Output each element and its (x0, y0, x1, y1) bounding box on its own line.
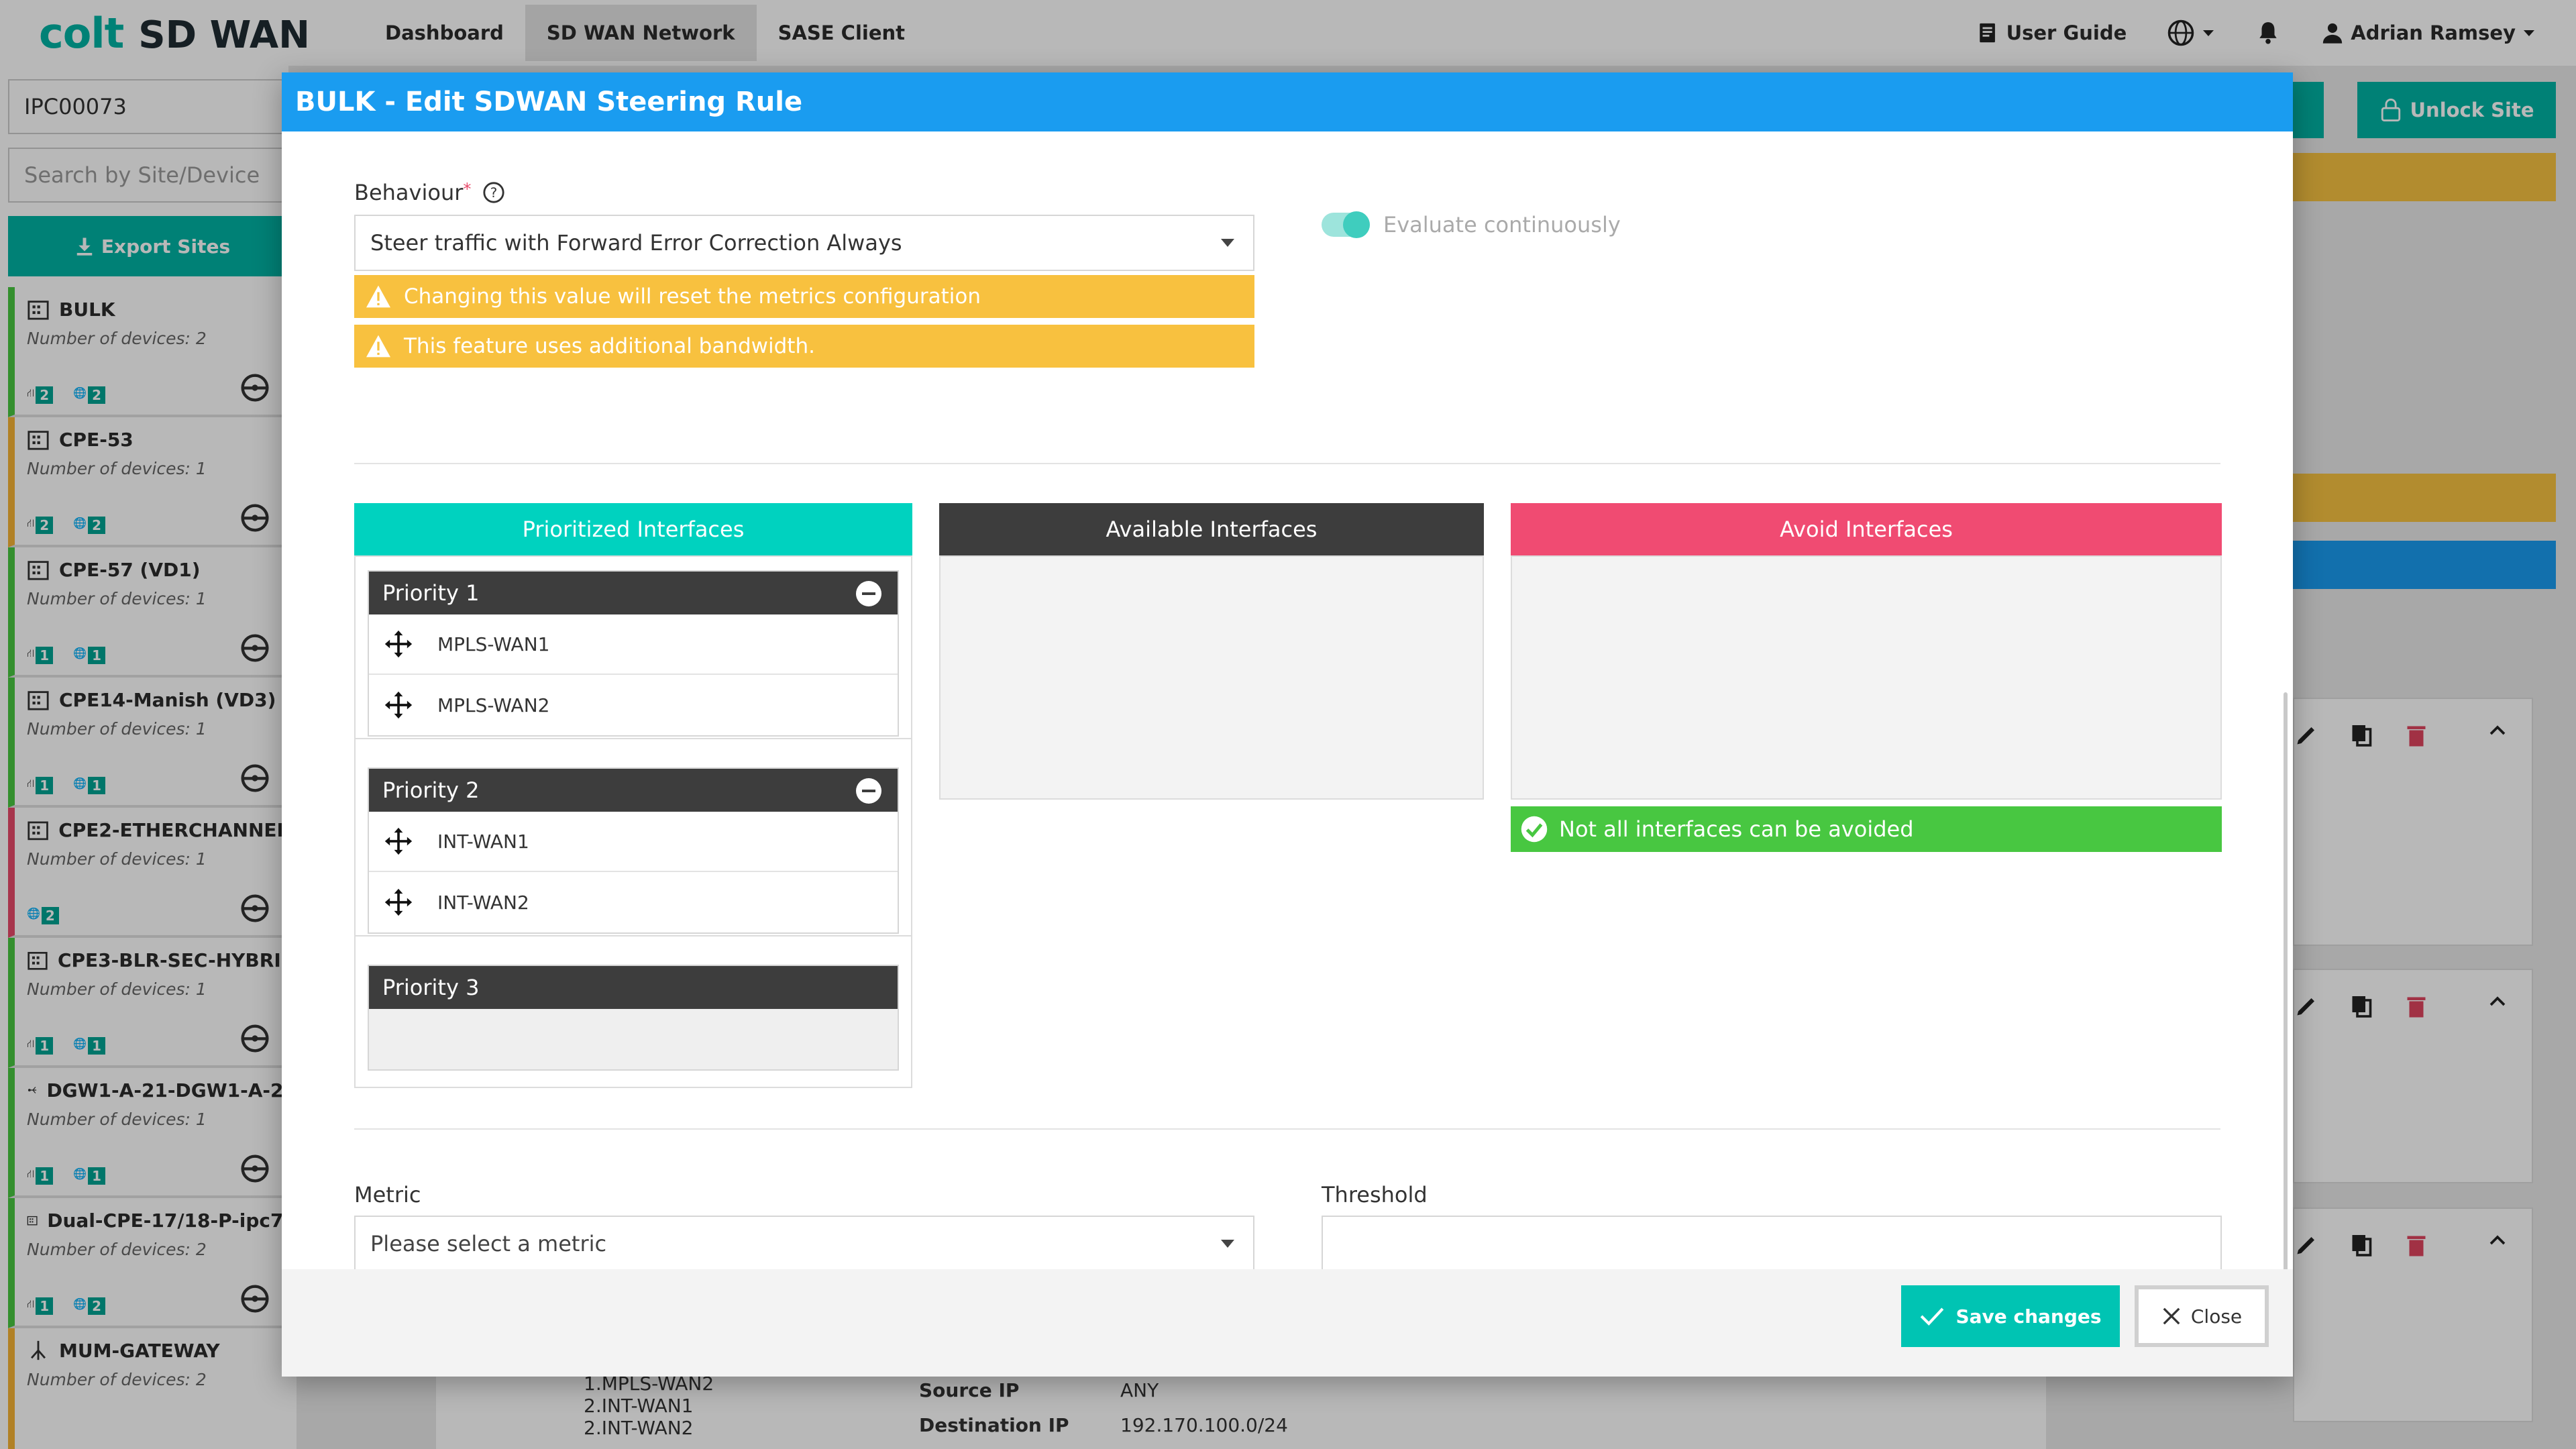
check-icon (1921, 1307, 1944, 1326)
available-interfaces-header: Available Interfaces (939, 503, 1484, 555)
avoid-ok-text: Not all interfaces can be avoided (1559, 816, 1914, 842)
modal-body: Behaviour* ? Steer traffic with Forward … (282, 131, 2293, 1336)
threshold-label: Threshold (1322, 1182, 1428, 1208)
behaviour-value: Steer traffic with Forward Error Correct… (370, 230, 902, 256)
svg-text:?: ? (490, 185, 497, 201)
priority-header: Priority 3 (369, 966, 898, 1009)
section-divider (354, 463, 2220, 464)
behaviour-label-text: Behaviour (354, 180, 464, 205)
priority-separator (356, 935, 911, 936)
toggle-knob (1343, 211, 1370, 238)
metrics-reset-warning: Changing this value will reset the metri… (354, 275, 1254, 318)
edit-steering-rule-modal: BULK - Edit SDWAN Steering Rule Behaviou… (282, 72, 2293, 1377)
priority-label: Priority 3 (382, 975, 480, 1000)
help-icon[interactable]: ? (482, 181, 505, 204)
toggle-switch[interactable] (1322, 211, 1370, 238)
interface-item[interactable]: INT-WAN2 (369, 872, 898, 932)
close-label: Close (2190, 1305, 2243, 1328)
threshold-input[interactable] (1322, 1216, 2222, 1272)
prioritized-interfaces-list: Priority 1 MPLS-WAN1 MPLS-WAN2 Priority … (354, 555, 912, 1088)
remove-priority-icon[interactable] (856, 581, 881, 606)
bandwidth-warning: This feature uses additional bandwidth. (354, 325, 1254, 368)
avoid-interfaces-list[interactable] (1511, 555, 2222, 800)
warning-icon (366, 285, 390, 308)
behaviour-label: Behaviour* ? (354, 180, 505, 205)
interface-name: MPLS-WAN1 (437, 633, 550, 655)
behaviour-select[interactable]: Steer traffic with Forward Error Correct… (354, 215, 1254, 271)
modal-scrollbar[interactable] (2284, 692, 2288, 1336)
warning-text: This feature uses additional bandwidth. (404, 334, 815, 358)
caret-down-icon (1221, 239, 1234, 247)
evaluate-continuously-toggle[interactable]: Evaluate continuously (1322, 211, 1621, 238)
priority-header: Priority 2 (369, 769, 898, 812)
avoid-ok-message: Not all interfaces can be avoided (1511, 806, 2222, 852)
priority-group-1: Priority 1 MPLS-WAN1 MPLS-WAN2 (368, 570, 899, 737)
metric-select[interactable]: Please select a metric (354, 1216, 1254, 1272)
drag-move-icon[interactable] (384, 690, 413, 720)
priority-group-2: Priority 2 INT-WAN1 INT-WAN2 (368, 767, 899, 934)
interface-name: INT-WAN2 (437, 891, 529, 914)
priority-label: Priority 2 (382, 777, 480, 803)
priority-header: Priority 1 (369, 572, 898, 614)
check-circle-icon (1521, 816, 1548, 843)
interface-item[interactable]: INT-WAN1 (369, 812, 898, 872)
interface-name: INT-WAN1 (437, 830, 529, 853)
save-changes-label: Save changes (1955, 1305, 2102, 1328)
prioritized-interfaces-header: Prioritized Interfaces (354, 503, 912, 555)
available-interfaces-list[interactable] (939, 555, 1484, 800)
interface-item[interactable]: MPLS-WAN2 (369, 675, 898, 735)
drag-move-icon[interactable] (384, 826, 413, 856)
modal-title: BULK - Edit SDWAN Steering Rule (282, 72, 2293, 131)
modal-footer: Save changes Close (282, 1269, 2293, 1377)
priority-group-3: Priority 3 (368, 965, 899, 1071)
required-mark: * (463, 180, 472, 199)
priority-drop-zone[interactable] (369, 1009, 898, 1069)
interface-item[interactable]: MPLS-WAN1 (369, 614, 898, 675)
caret-down-icon (1221, 1240, 1234, 1248)
close-button[interactable]: Close (2135, 1285, 2269, 1347)
drag-move-icon[interactable] (384, 888, 413, 917)
warning-text: Changing this value will reset the metri… (404, 284, 981, 309)
metric-placeholder: Please select a metric (370, 1231, 607, 1256)
metric-label: Metric (354, 1182, 421, 1208)
priority-label: Priority 1 (382, 580, 480, 606)
evaluate-label: Evaluate continuously (1383, 212, 1621, 237)
drag-move-icon[interactable] (384, 629, 413, 659)
remove-priority-icon[interactable] (856, 778, 881, 804)
priority-separator (356, 738, 911, 739)
close-icon (2163, 1307, 2180, 1325)
save-changes-button[interactable]: Save changes (1901, 1285, 2120, 1347)
warning-icon (366, 335, 390, 358)
avoid-interfaces-header: Avoid Interfaces (1511, 503, 2222, 555)
section-divider (354, 1128, 2220, 1130)
interface-name: MPLS-WAN2 (437, 694, 550, 716)
